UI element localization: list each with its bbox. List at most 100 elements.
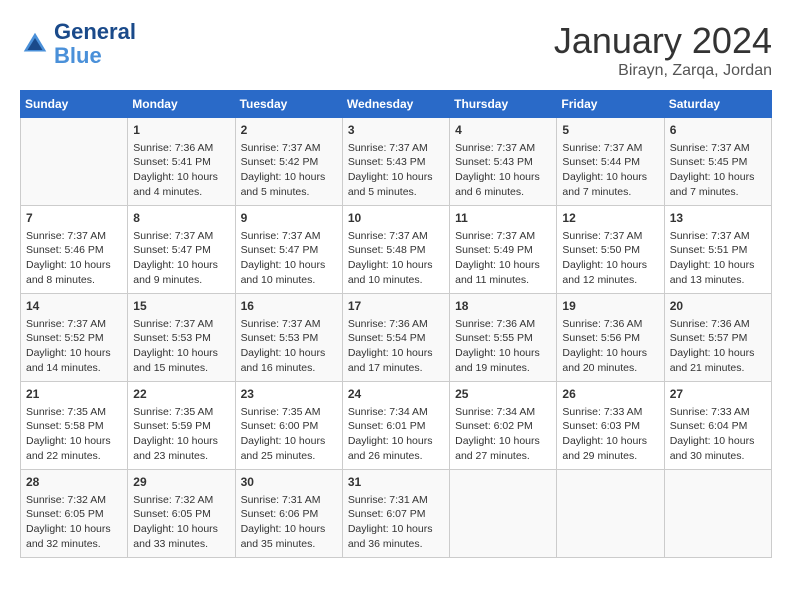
day-number: 1 (133, 122, 229, 139)
calendar-cell: 19 Sunrise: 7:36 AM Sunset: 5:56 PM Dayli… (557, 294, 664, 382)
calendar-cell (557, 470, 664, 558)
day-info: Sunrise: 7:37 AM Sunset: 5:47 PM Dayligh… (241, 229, 337, 288)
day-number: 26 (562, 386, 658, 403)
day-number: 27 (670, 386, 766, 403)
day-info: Sunrise: 7:37 AM Sunset: 5:49 PM Dayligh… (455, 229, 551, 288)
calendar-cell: 6 Sunrise: 7:37 AM Sunset: 5:45 PM Daylig… (664, 118, 771, 206)
day-info: Sunrise: 7:37 AM Sunset: 5:47 PM Dayligh… (133, 229, 229, 288)
column-header-tuesday: Tuesday (235, 91, 342, 118)
calendar-cell: 13Sunrise: 7:37 AM Sunset: 5:51 PM Dayli… (664, 206, 771, 294)
calendar-cell: 11 Sunrise: 7:37 AM Sunset: 5:49 PM Dayli… (450, 206, 557, 294)
column-header-friday: Friday (557, 91, 664, 118)
day-number: 20 (670, 298, 766, 315)
day-info: Sunrise: 7:32 AM Sunset: 6:05 PM Dayligh… (26, 493, 122, 552)
day-info: Sunrise: 7:36 AM Sunset: 5:54 PM Dayligh… (348, 317, 444, 376)
day-number: 22 (133, 386, 229, 403)
day-number: 8 (133, 210, 229, 227)
day-number: 19 (562, 298, 658, 315)
logo-icon (20, 29, 50, 59)
calendar-cell: 15Sunrise: 7:37 AM Sunset: 5:53 PM Dayli… (128, 294, 235, 382)
day-info: Sunrise: 7:37 AM Sunset: 5:46 PM Dayligh… (26, 229, 122, 288)
calendar-cell (450, 470, 557, 558)
day-info: Sunrise: 7:36 AM Sunset: 5:56 PM Dayligh… (562, 317, 658, 376)
calendar-cell: 21Sunrise: 7:35 AM Sunset: 5:58 PM Dayli… (21, 382, 128, 470)
day-number: 28 (26, 474, 122, 491)
day-info: Sunrise: 7:37 AM Sunset: 5:48 PM Dayligh… (348, 229, 444, 288)
calendar-cell: 9 Sunrise: 7:37 AM Sunset: 5:47 PM Daylig… (235, 206, 342, 294)
day-info: Sunrise: 7:34 AM Sunset: 6:02 PM Dayligh… (455, 405, 551, 464)
week-row-1: 1 Sunrise: 7:36 AM Sunset: 5:41 PM Daylig… (21, 118, 772, 206)
location: Birayn, Zarqa, Jordan (554, 62, 772, 80)
calendar-cell: 24Sunrise: 7:34 AM Sunset: 6:01 PM Dayli… (342, 382, 449, 470)
calendar-cell: 10 Sunrise: 7:37 AM Sunset: 5:48 PM Dayli… (342, 206, 449, 294)
day-info: Sunrise: 7:33 AM Sunset: 6:04 PM Dayligh… (670, 405, 766, 464)
day-number: 10 (348, 210, 444, 227)
day-number: 15 (133, 298, 229, 315)
page-header: General Blue January 2024 Birayn, Zarqa,… (20, 20, 772, 80)
calendar-cell: 27 Sunrise: 7:33 AM Sunset: 6:04 PM Dayli… (664, 382, 771, 470)
day-number: 23 (241, 386, 337, 403)
day-info: Sunrise: 7:36 AM Sunset: 5:55 PM Dayligh… (455, 317, 551, 376)
day-number: 11 (455, 210, 551, 227)
calendar-cell: 14Sunrise: 7:37 AM Sunset: 5:52 PM Dayli… (21, 294, 128, 382)
day-info: Sunrise: 7:37 AM Sunset: 5:43 PM Dayligh… (348, 141, 444, 200)
day-info: Sunrise: 7:35 AM Sunset: 5:59 PM Dayligh… (133, 405, 229, 464)
day-info: Sunrise: 7:37 AM Sunset: 5:53 PM Dayligh… (241, 317, 337, 376)
calendar-cell: 20 Sunrise: 7:36 AM Sunset: 5:57 PM Dayli… (664, 294, 771, 382)
day-number: 16 (241, 298, 337, 315)
title-block: January 2024 Birayn, Zarqa, Jordan (554, 20, 772, 80)
calendar-cell: 16 Sunrise: 7:37 AM Sunset: 5:53 PM Dayli… (235, 294, 342, 382)
week-row-3: 14Sunrise: 7:37 AM Sunset: 5:52 PM Dayli… (21, 294, 772, 382)
day-number: 29 (133, 474, 229, 491)
day-info: Sunrise: 7:36 AM Sunset: 5:41 PM Dayligh… (133, 141, 229, 200)
day-info: Sunrise: 7:37 AM Sunset: 5:50 PM Dayligh… (562, 229, 658, 288)
day-info: Sunrise: 7:37 AM Sunset: 5:44 PM Dayligh… (562, 141, 658, 200)
day-info: Sunrise: 7:36 AM Sunset: 5:57 PM Dayligh… (670, 317, 766, 376)
day-number: 12 (562, 210, 658, 227)
day-number: 21 (26, 386, 122, 403)
calendar-cell: 29 Sunrise: 7:32 AM Sunset: 6:05 PM Dayli… (128, 470, 235, 558)
logo: General Blue (20, 20, 136, 68)
calendar-cell: 3 Sunrise: 7:37 AM Sunset: 5:43 PM Daylig… (342, 118, 449, 206)
day-number: 3 (348, 122, 444, 139)
day-info: Sunrise: 7:37 AM Sunset: 5:42 PM Dayligh… (241, 141, 337, 200)
week-row-5: 28 Sunrise: 7:32 AM Sunset: 6:05 PM Dayli… (21, 470, 772, 558)
calendar-cell: 8 Sunrise: 7:37 AM Sunset: 5:47 PM Daylig… (128, 206, 235, 294)
calendar-cell: 22 Sunrise: 7:35 AM Sunset: 5:59 PM Dayli… (128, 382, 235, 470)
week-row-4: 21Sunrise: 7:35 AM Sunset: 5:58 PM Dayli… (21, 382, 772, 470)
day-info: Sunrise: 7:35 AM Sunset: 6:00 PM Dayligh… (241, 405, 337, 464)
day-number: 6 (670, 122, 766, 139)
column-header-wednesday: Wednesday (342, 91, 449, 118)
day-number: 9 (241, 210, 337, 227)
calendar-cell: 28 Sunrise: 7:32 AM Sunset: 6:05 PM Dayli… (21, 470, 128, 558)
calendar-cell: 17Sunrise: 7:36 AM Sunset: 5:54 PM Dayli… (342, 294, 449, 382)
day-info: Sunrise: 7:33 AM Sunset: 6:03 PM Dayligh… (562, 405, 658, 464)
day-info: Sunrise: 7:31 AM Sunset: 6:06 PM Dayligh… (241, 493, 337, 552)
calendar-cell: 31 Sunrise: 7:31 AM Sunset: 6:07 PM Dayli… (342, 470, 449, 558)
day-number: 18 (455, 298, 551, 315)
day-number: 7 (26, 210, 122, 227)
calendar-cell: 23 Sunrise: 7:35 AM Sunset: 6:00 PM Dayli… (235, 382, 342, 470)
calendar-cell (664, 470, 771, 558)
calendar-cell: 12 Sunrise: 7:37 AM Sunset: 5:50 PM Dayli… (557, 206, 664, 294)
header-row: SundayMondayTuesdayWednesdayThursdayFrid… (21, 91, 772, 118)
day-info: Sunrise: 7:31 AM Sunset: 6:07 PM Dayligh… (348, 493, 444, 552)
day-number: 4 (455, 122, 551, 139)
calendar-cell: 4 Sunrise: 7:37 AM Sunset: 5:43 PM Daylig… (450, 118, 557, 206)
day-info: Sunrise: 7:32 AM Sunset: 6:05 PM Dayligh… (133, 493, 229, 552)
day-info: Sunrise: 7:37 AM Sunset: 5:43 PM Dayligh… (455, 141, 551, 200)
day-info: Sunrise: 7:37 AM Sunset: 5:52 PM Dayligh… (26, 317, 122, 376)
day-number: 25 (455, 386, 551, 403)
column-header-saturday: Saturday (664, 91, 771, 118)
logo-line1: General (54, 20, 136, 44)
day-number: 30 (241, 474, 337, 491)
day-info: Sunrise: 7:37 AM Sunset: 5:45 PM Dayligh… (670, 141, 766, 200)
day-info: Sunrise: 7:37 AM Sunset: 5:51 PM Dayligh… (670, 229, 766, 288)
calendar-table: SundayMondayTuesdayWednesdayThursdayFrid… (20, 90, 772, 558)
calendar-cell (21, 118, 128, 206)
calendar-cell: 1 Sunrise: 7:36 AM Sunset: 5:41 PM Daylig… (128, 118, 235, 206)
calendar-cell: 30 Sunrise: 7:31 AM Sunset: 6:06 PM Dayli… (235, 470, 342, 558)
day-number: 31 (348, 474, 444, 491)
calendar-cell: 26 Sunrise: 7:33 AM Sunset: 6:03 PM Dayli… (557, 382, 664, 470)
logo-text: General Blue (54, 20, 136, 68)
